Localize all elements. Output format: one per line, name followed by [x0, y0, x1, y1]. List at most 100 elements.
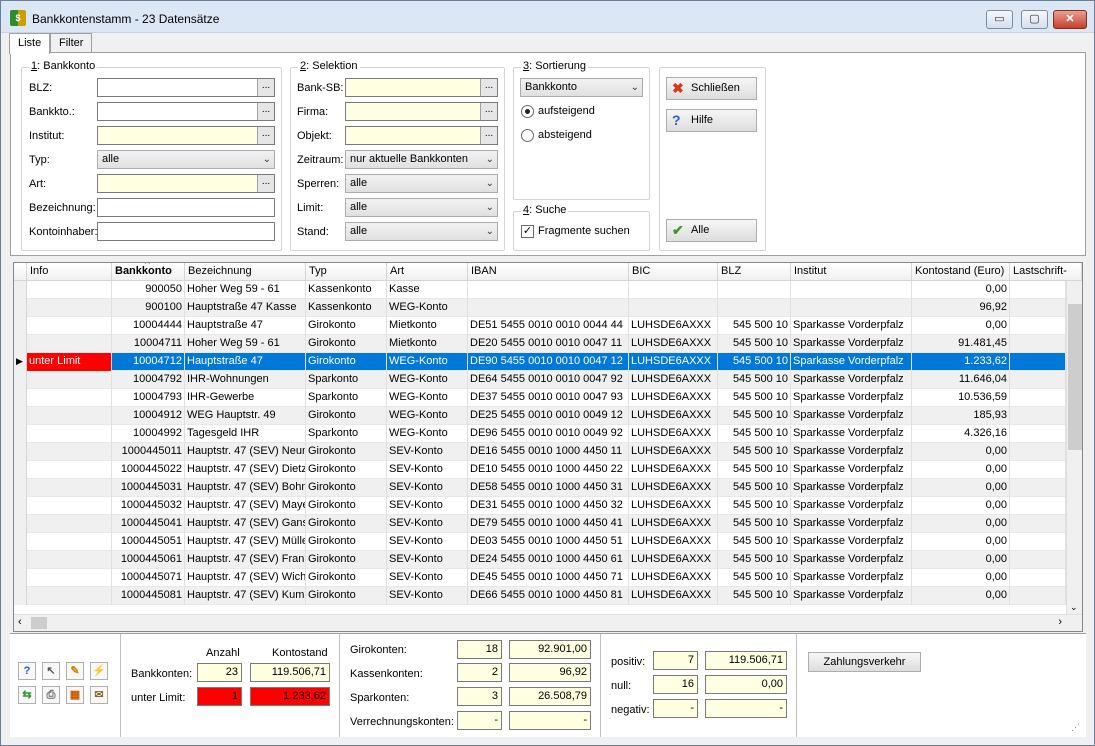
scroll-left-icon[interactable]: ‹	[18, 616, 22, 628]
column-blz[interactable]: BLZ	[718, 263, 791, 281]
tab-filter[interactable]: Filter	[50, 33, 93, 53]
bezeichnung-field[interactable]	[97, 198, 275, 217]
banksb-lookup-button[interactable]: ...	[480, 79, 497, 96]
kontoinhaber-field[interactable]	[97, 222, 275, 241]
printer-icon[interactable]: ⎙	[42, 686, 60, 704]
horizontal-scroll-thumb[interactable]	[31, 617, 47, 629]
table-row[interactable]: 10004992 Tagesgeld IHR Sparkonto WEG-Konto D…	[14, 425, 1066, 443]
table-row[interactable]: 1000445031 Hauptstr. 47 (SEV) Bohn Girokon…	[14, 479, 1066, 497]
row-header[interactable]: ▶	[14, 353, 27, 371]
row-header[interactable]	[14, 569, 27, 587]
cell-kontostand: 96,92	[912, 299, 1010, 317]
resize-grip-icon[interactable]: ⋰	[1071, 722, 1082, 733]
help-icon[interactable]: ?	[18, 662, 36, 680]
column-bankkonto[interactable]: Bankkonto ^	[112, 263, 185, 281]
close-button[interactable]: ✕	[1053, 10, 1087, 29]
column-bic[interactable]: BIC	[629, 263, 718, 281]
table-row[interactable]: 1000445081 Hauptstr. 47 (SEV) Kumn Girokon…	[14, 587, 1066, 605]
row-header[interactable]	[14, 281, 27, 299]
tab-liste[interactable]: Liste	[9, 33, 51, 54]
row-header[interactable]	[14, 443, 27, 461]
horizontal-scrollbar[interactable]: ‹ ›	[14, 614, 1082, 631]
zeitraum-select[interactable]: nur aktuelle Bankkonten ⌄	[345, 150, 498, 169]
art-lookup-button[interactable]: ...	[257, 175, 274, 192]
table-row[interactable]: 1000445051 Hauptstr. 47 (SEV) Mülle Giroko…	[14, 533, 1066, 551]
objekt-field[interactable]: ...	[345, 126, 498, 145]
table-row[interactable]: ▶ unter Limit 10004712 Hauptstraße 47 Giroko…	[14, 353, 1066, 371]
table-row[interactable]: 10004793 IHR-Gewerbe Sparkonto WEG-Konto DE3…	[14, 389, 1066, 407]
bankkto-lookup-button[interactable]: ...	[257, 103, 274, 120]
row-header[interactable]	[14, 335, 27, 353]
table-row[interactable]: 10004792 IHR-Wohnungen Sparkonto WEG-Konto D…	[14, 371, 1066, 389]
firma-field[interactable]: ...	[345, 102, 498, 121]
sperren-select[interactable]: alle ⌄	[345, 174, 498, 193]
row-header[interactable]	[14, 551, 27, 569]
row-header[interactable]	[14, 533, 27, 551]
row-header[interactable]	[14, 479, 27, 497]
lightning-icon[interactable]: ⚡	[90, 662, 108, 680]
kontoinhaber-label: Kontoinhaber:	[29, 226, 98, 238]
zahlungsverkehr-button[interactable]: Zahlungsverkehr	[808, 652, 921, 672]
institut-lookup-button[interactable]: ...	[257, 127, 274, 144]
row-header[interactable]	[14, 497, 27, 515]
column-info[interactable]: Info	[27, 263, 112, 281]
sortierung-select[interactable]: Bankkonto ⌄	[520, 78, 643, 97]
column-typ[interactable]: Typ	[306, 263, 387, 281]
table-row[interactable]: 1000445032 Hauptstr. 47 (SEV) Maye Girokon…	[14, 497, 1066, 515]
column-kontostand[interactable]: Kontostand (Euro)	[912, 263, 1010, 281]
table-row[interactable]: 900050 Hoher Weg 59 - 61 Kassenkonto Kasse 0…	[14, 281, 1066, 299]
scroll-right-icon[interactable]: ›	[1058, 616, 1062, 628]
banksb-field[interactable]: ...	[345, 78, 498, 97]
column-lastschrift[interactable]: Lastschrift-	[1010, 263, 1082, 281]
typ-select[interactable]: alle ⌄	[97, 150, 275, 169]
row-header[interactable]	[14, 407, 27, 425]
row-header[interactable]	[14, 299, 27, 317]
table-row[interactable]: 10004912 WEG Hauptstr. 49 Girokonto WEG-Kon…	[14, 407, 1066, 425]
row-header[interactable]	[14, 461, 27, 479]
table-row[interactable]: 1000445011 Hauptstr. 47 (SEV) Neum Girokon…	[14, 443, 1066, 461]
row-header[interactable]	[14, 371, 27, 389]
column-iban[interactable]: IBAN	[468, 263, 629, 281]
refresh-icon[interactable]: ⇆	[18, 686, 36, 704]
row-header[interactable]	[14, 425, 27, 443]
firma-lookup-button[interactable]: ...	[480, 103, 497, 120]
schliessen-button[interactable]: ✖ Schließen	[666, 77, 757, 100]
limit-select[interactable]: alle ⌄	[345, 198, 498, 217]
hilfe-button[interactable]: ? Hilfe	[666, 109, 757, 132]
table-row[interactable]: 1000445041 Hauptstr. 47 (SEV) Gans Girokon…	[14, 515, 1066, 533]
bankkto-field[interactable]: ...	[97, 102, 275, 121]
row-header[interactable]	[14, 389, 27, 407]
stand-select[interactable]: alle ⌄	[345, 222, 498, 241]
art-field[interactable]: ...	[97, 174, 275, 193]
cursor-icon[interactable]: ↖	[42, 662, 60, 680]
minimize-button[interactable]: ▭	[986, 10, 1013, 29]
vertical-scroll-thumb[interactable]	[1068, 304, 1082, 450]
objekt-lookup-button[interactable]: ...	[480, 127, 497, 144]
alle-button[interactable]: ✔ Alle	[666, 219, 757, 242]
table-row[interactable]: 1000445071 Hauptstr. 47 (SEV) Wich Girokon…	[14, 569, 1066, 587]
row-header[interactable]	[14, 317, 27, 335]
pencil-icon[interactable]: ✎	[66, 662, 84, 680]
column-bezeichnung[interactable]: Bezeichnung	[185, 263, 306, 281]
blz-lookup-button[interactable]: ...	[257, 79, 274, 96]
note-icon[interactable]: ✉	[90, 686, 108, 704]
table-row[interactable]: 900100 Hauptstraße 47 Kasse Kassenkonto WEG…	[14, 299, 1066, 317]
fragmente-checkbox[interactable]: ✓	[521, 225, 534, 238]
absteigend-radio[interactable]	[521, 129, 534, 142]
table-row[interactable]: 10004711 Hoher Weg 59 - 61 Girokonto Mietko…	[14, 335, 1066, 353]
vertical-scrollbar[interactable]: ⌄	[1066, 281, 1082, 615]
table-row[interactable]: 10004444 Hauptstraße 47 Girokonto Mietkonto…	[14, 317, 1066, 335]
column-institut[interactable]: Institut	[791, 263, 912, 281]
maximize-button[interactable]: ▢	[1021, 10, 1048, 29]
aufsteigend-radio[interactable]	[521, 105, 534, 118]
cell-art: WEG-Konto	[387, 407, 468, 425]
table-row[interactable]: 1000445022 Hauptstr. 47 (SEV) Dietz Giroko…	[14, 461, 1066, 479]
layout-icon[interactable]: ▦	[66, 686, 84, 704]
column-art[interactable]: Art	[387, 263, 468, 281]
row-header[interactable]	[14, 587, 27, 605]
institut-field[interactable]: ...	[97, 126, 275, 145]
blz-field[interactable]: ...	[97, 78, 275, 97]
table-row[interactable]: 1000445061 Hauptstr. 47 (SEV) Frank Giroko…	[14, 551, 1066, 569]
scroll-down-icon[interactable]: ⌄	[1070, 602, 1078, 613]
row-header[interactable]	[14, 515, 27, 533]
